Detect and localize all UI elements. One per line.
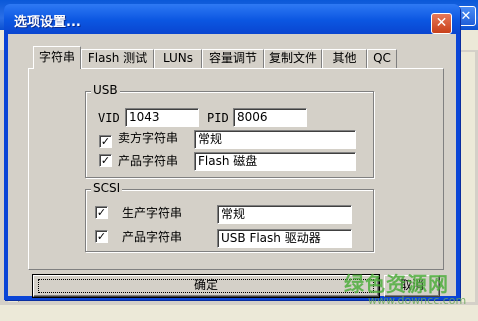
dialog-close-button[interactable]: ✕	[431, 13, 452, 34]
vendor-string-field[interactable]: 常规	[194, 130, 356, 149]
ok-button[interactable]: 确定	[32, 274, 380, 298]
usb-product-string-field[interactable]: Flash 磁盘	[194, 152, 356, 171]
scsi-manufacturer-label: 生产字符串	[122, 206, 183, 220]
scsi-product-checkbox[interactable]: ✓	[95, 230, 108, 243]
scsi-manufacturer-field[interactable]: 常规	[217, 205, 352, 224]
usb-product-string-label: 产品字符串	[118, 154, 179, 168]
watermark-url: www.downcc.com	[368, 294, 467, 307]
tab-luns[interactable]: LUNs	[154, 49, 202, 68]
tab-copy-files[interactable]: 复制文件	[264, 49, 322, 68]
scsi-manufacturer-checkbox[interactable]: ✓	[95, 206, 108, 219]
tab-other[interactable]: 其他	[322, 49, 367, 68]
tab-qc[interactable]: QC	[367, 49, 397, 68]
vendor-string-checkbox[interactable]: ✓	[99, 135, 112, 148]
tab-flash-test[interactable]: Flash 测试	[81, 49, 154, 68]
watermark-title: 绿色资源网	[344, 272, 449, 296]
vid-field[interactable]: 1043	[125, 108, 199, 127]
vendor-string-label: 卖方字符串	[118, 131, 179, 145]
tab-strings[interactable]: 字符串	[33, 46, 81, 69]
usb-product-string-checkbox[interactable]: ✓	[99, 154, 112, 167]
scsi-product-label: 产品字符串	[122, 230, 183, 244]
tab-capacity[interactable]: 容量调节	[202, 49, 264, 68]
scsi-product-field[interactable]: USB Flash 驱动器	[217, 229, 352, 248]
dialog-title: 选项设置...	[14, 15, 81, 30]
vid-label: VID	[98, 111, 120, 125]
pid-label: PID	[207, 111, 229, 125]
pid-field[interactable]: 8006	[233, 108, 307, 127]
scsi-group-label: SCSI	[91, 181, 123, 195]
background-right-panel	[460, 52, 475, 302]
focus-rect	[38, 279, 374, 293]
usb-group-label: USB	[91, 83, 120, 97]
background-statusbar	[0, 305, 478, 321]
